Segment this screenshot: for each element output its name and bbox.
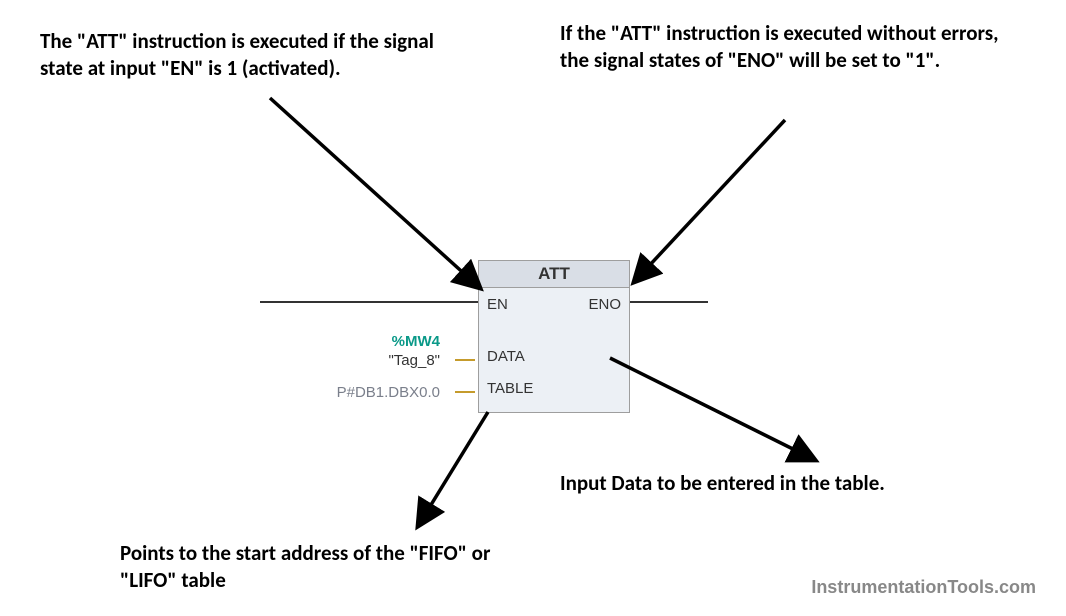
annotation-eno: If the "ATT" instruction is executed wit… [560, 20, 1010, 75]
stub-table [455, 391, 475, 393]
stub-data [455, 359, 475, 361]
pin-table: TABLE [487, 380, 533, 397]
param-data-name: "Tag_8" [300, 352, 440, 369]
block-title: ATT [479, 261, 629, 288]
arrow-data [610, 358, 815, 460]
param-table-ptr: P#DB1.DBX0.0 [300, 384, 440, 401]
annotation-table: Points to the start address of the "FIFO… [120, 540, 540, 595]
pin-data: DATA [487, 348, 525, 365]
arrow-en [270, 98, 480, 288]
instruction-block: ATT EN ENO DATA TABLE [478, 260, 630, 413]
pin-eno: ENO [588, 296, 621, 313]
arrow-eno [634, 120, 785, 282]
pin-en: EN [487, 296, 508, 313]
block-body: EN ENO DATA TABLE [479, 288, 629, 412]
rail-left [260, 301, 478, 303]
annotation-data: Input Data to be entered in the table. [560, 470, 1010, 497]
arrow-table [418, 412, 488, 526]
param-data-addr: %MW4 [300, 333, 440, 350]
watermark: InstrumentationTools.com [811, 577, 1036, 598]
annotation-en: The "ATT" instruction is executed if the… [40, 28, 470, 83]
rail-right [628, 301, 708, 303]
